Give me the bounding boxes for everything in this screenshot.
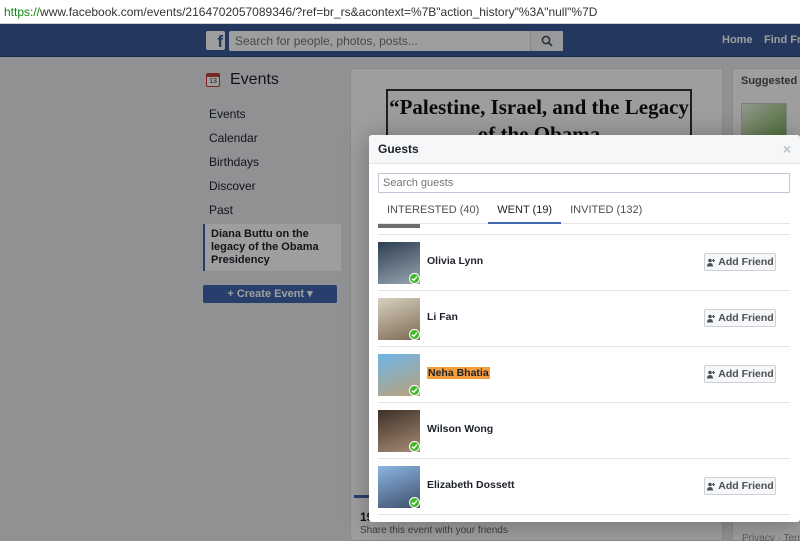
guest-photo[interactable] (378, 242, 420, 284)
share-prompt-text: Share this event with your friends (360, 525, 508, 536)
left-nav-birthdays[interactable]: Birthdays (203, 150, 343, 174)
guest-name[interactable]: Olivia Lynn (427, 255, 483, 267)
check-icon (409, 329, 420, 340)
left-nav-past[interactable]: Past (203, 198, 343, 222)
guests-dialog-title: Guests (378, 142, 419, 156)
guest-name[interactable]: Neha Bhatia (427, 367, 490, 379)
search-icon (541, 35, 553, 47)
guest-photo[interactable] (378, 410, 420, 452)
add-friend-label: Add Friend (718, 480, 774, 492)
tab-went[interactable]: WENT (19) (488, 197, 562, 224)
table-row: Li Fan Add Friend (378, 291, 790, 347)
events-header: 13 Events (203, 70, 343, 90)
add-friend-icon (707, 314, 716, 322)
add-friend-icon (707, 482, 716, 490)
add-friend-button[interactable]: Add Friend (704, 477, 776, 495)
facebook-top-bar: f Home Find Frie (0, 24, 800, 57)
guests-dialog: Guests × INTERESTED (40) WENT (19) INVIT… (369, 135, 800, 522)
guests-dialog-header: Guests × (369, 135, 800, 164)
check-icon (409, 273, 420, 284)
add-friend-label: Add Friend (718, 312, 774, 324)
footer-links[interactable]: Privacy · Terms (742, 533, 800, 541)
calendar-icon: 13 (206, 73, 220, 87)
add-friend-label: Add Friend (718, 368, 774, 380)
check-icon (409, 385, 420, 396)
guest-list[interactable]: Olivia Lynn Add Friend Li Fan Add Friend… (378, 224, 790, 522)
table-row: Wilson Wong (378, 403, 790, 459)
left-nav-events[interactable]: Events (203, 102, 343, 126)
left-nav-calendar[interactable]: Calendar (203, 126, 343, 150)
table-row: Olivia Lynn Add Friend (378, 235, 790, 291)
facebook-logo-icon[interactable]: f (206, 31, 225, 50)
url-text: www.facebook.com/events/2164702057089346… (40, 4, 598, 19)
table-row: Elizabeth Dossett Add Friend (378, 459, 790, 515)
check-icon (409, 441, 420, 452)
guests-tabs: INTERESTED (40) WENT (19) INVITED (132) (378, 197, 790, 224)
suggested-events-heading: Suggested Ev (741, 75, 800, 87)
url-scheme: https:// (4, 4, 41, 19)
browser-url-bar[interactable]: https://www.facebook.com/events/21647020… (0, 0, 800, 24)
search-guests-input[interactable] (378, 173, 790, 193)
list-item (378, 224, 790, 235)
guest-photo[interactable] (378, 298, 420, 340)
tab-invited[interactable]: INVITED (132) (561, 197, 651, 224)
nav-home-link[interactable]: Home (722, 34, 753, 46)
guest-name[interactable]: Wilson Wong (427, 423, 493, 435)
add-friend-icon (707, 370, 716, 378)
add-friend-button[interactable]: Add Friend (704, 253, 776, 271)
search-button[interactable] (530, 31, 563, 51)
suggested-event-thumbnail[interactable] (741, 103, 787, 139)
tab-interested[interactable]: INTERESTED (40) (378, 197, 488, 224)
left-nav-discover[interactable]: Discover (203, 174, 343, 198)
add-friend-label: Add Friend (718, 256, 774, 268)
create-event-button[interactable]: + Create Event ▾ (203, 285, 337, 303)
events-title: Events (230, 71, 279, 88)
table-row: Neha Bhatia Add Friend (378, 347, 790, 403)
guest-photo (378, 224, 420, 228)
guest-name[interactable]: Elizabeth Dossett (427, 479, 515, 491)
global-search-input[interactable] (229, 31, 563, 51)
events-left-nav: 13 Events Events Calendar Birthdays Disc… (203, 70, 343, 303)
guest-name[interactable]: Li Fan (427, 311, 458, 323)
left-nav-selected-event[interactable]: Diana Buttu on the legacy of the Obama P… (203, 224, 341, 271)
check-icon (409, 497, 420, 508)
nav-find-friends-link[interactable]: Find Frie (764, 34, 800, 46)
guest-photo[interactable] (378, 466, 420, 508)
guest-photo[interactable] (378, 354, 420, 396)
add-friend-button[interactable]: Add Friend (704, 365, 776, 383)
add-friend-button[interactable]: Add Friend (704, 309, 776, 327)
add-friend-icon (707, 258, 716, 266)
close-icon[interactable]: × (783, 141, 791, 157)
